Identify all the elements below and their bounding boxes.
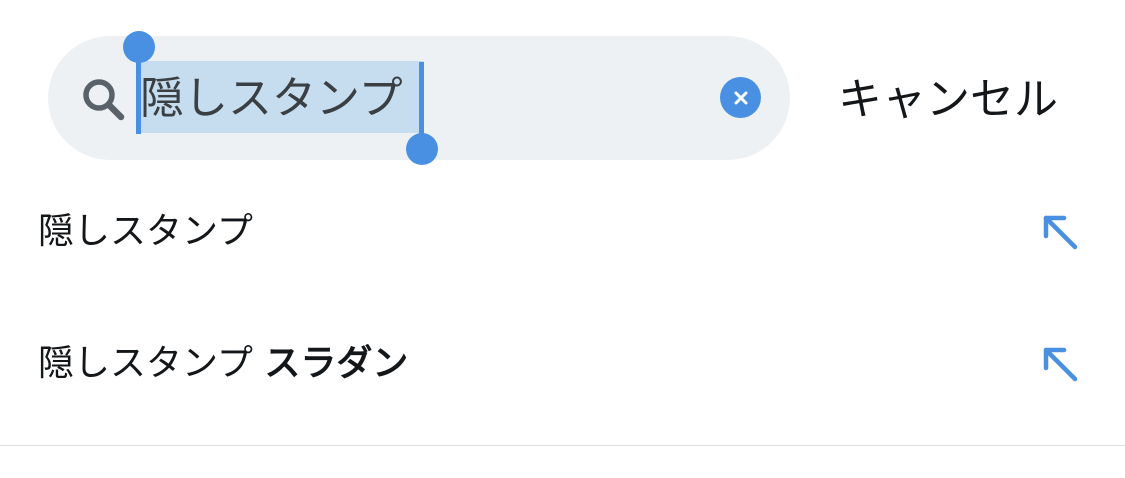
suggestion-item[interactable]: 隠しスタンプ — [0, 166, 1125, 298]
suggestion-item[interactable]: 隠しスタンプ スラダン — [0, 298, 1125, 430]
clear-icon — [734, 91, 747, 104]
divider — [0, 445, 1125, 446]
cancel-button[interactable]: キャンセル — [838, 68, 1058, 132]
selection-start-handle[interactable] — [123, 31, 155, 63]
suggestion-label: 隠しスタンプ — [38, 211, 253, 252]
selection-start-caret[interactable] — [136, 58, 141, 134]
suggestion-label: 隠しスタンプ スラダン — [38, 343, 409, 384]
selection-end-handle[interactable] — [406, 133, 438, 165]
search-input[interactable]: 隠しスタンプ — [140, 64, 403, 134]
arrow-up-left-icon[interactable] — [1040, 344, 1080, 384]
arrow-up-left-icon[interactable] — [1040, 212, 1080, 252]
clear-search-button[interactable] — [720, 77, 761, 118]
search-icon — [83, 79, 125, 121]
